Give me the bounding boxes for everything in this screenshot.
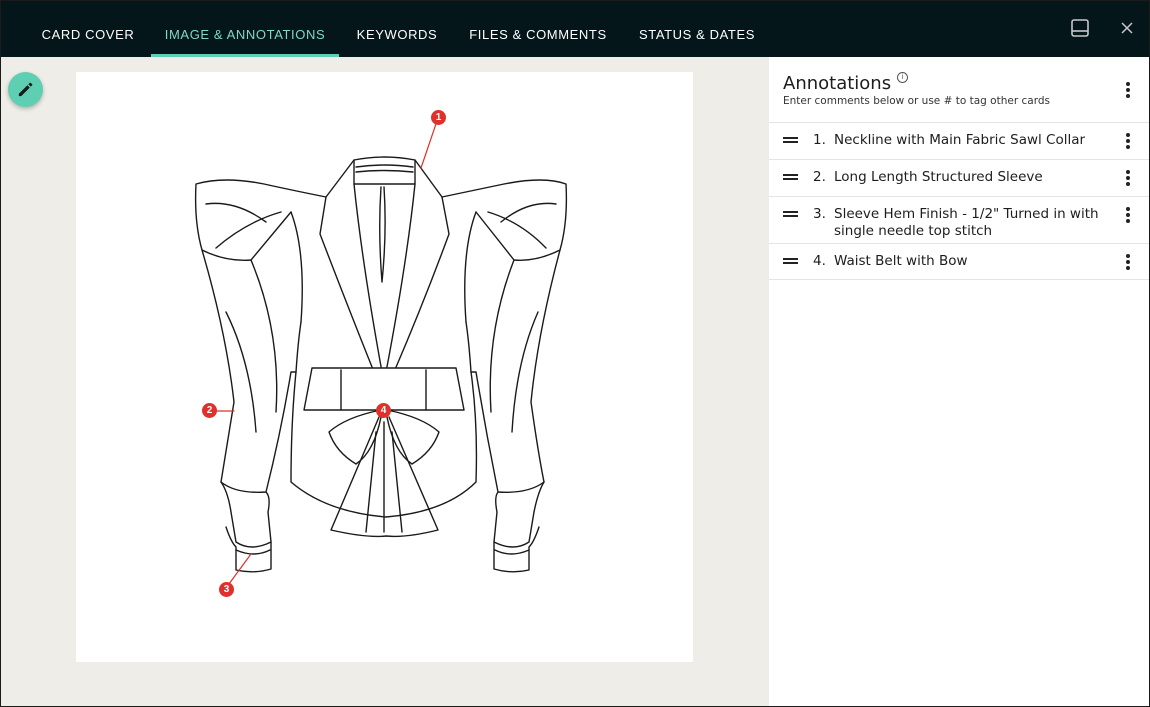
- garment-sketch-image[interactable]: 1 2 3 4: [76, 72, 693, 662]
- pencil-icon: [18, 82, 33, 97]
- drag-handle-icon[interactable]: [783, 137, 798, 143]
- drag-handle-icon[interactable]: [783, 211, 798, 217]
- annotation-marker-1[interactable]: 1: [431, 110, 446, 125]
- close-icon[interactable]: [1116, 17, 1138, 39]
- annotation-row-3[interactable]: 3. Sleeve Hem Finish - 1/2" Turned in wi…: [769, 196, 1149, 243]
- row-menu-kebab-icon[interactable]: [1120, 253, 1136, 271]
- tab-card-cover[interactable]: CARD COVER: [33, 1, 143, 57]
- annotation-marker-3[interactable]: 3: [219, 582, 234, 597]
- edit-button[interactable]: [8, 72, 43, 107]
- annotation-marker-4[interactable]: 4: [376, 403, 391, 418]
- annotation-text[interactable]: 4. Waist Belt with Bow: [813, 253, 1113, 270]
- annotation-marker-2[interactable]: 2: [202, 403, 217, 418]
- tab-status-dates[interactable]: STATUS & DATES: [633, 1, 761, 57]
- panel-menu-kebab-icon[interactable]: [1120, 81, 1136, 99]
- info-icon[interactable]: i: [897, 72, 908, 83]
- tab-keywords[interactable]: KEYWORDS: [351, 1, 443, 57]
- annotation-row-4[interactable]: 4. Waist Belt with Bow: [769, 243, 1149, 280]
- panel-layout-icon[interactable]: [1069, 17, 1091, 39]
- row-menu-kebab-icon[interactable]: [1120, 169, 1136, 187]
- jacket-flat-sketch: [194, 117, 568, 589]
- annotation-row-2[interactable]: 2. Long Length Structured Sleeve: [769, 159, 1149, 196]
- panel-title: Annotations: [783, 73, 892, 94]
- annotation-row-1[interactable]: 1. Neckline with Main Fabric Sawl Collar: [769, 122, 1149, 159]
- annotation-list: 1. Neckline with Main Fabric Sawl Collar…: [769, 122, 1149, 280]
- annotation-text[interactable]: 2. Long Length Structured Sleeve: [813, 169, 1113, 186]
- annotation-text[interactable]: 1. Neckline with Main Fabric Sawl Collar: [813, 132, 1113, 149]
- top-tab-bar: CARD COVER IMAGE & ANNOTATIONS KEYWORDS …: [1, 1, 1149, 57]
- row-menu-kebab-icon[interactable]: [1120, 132, 1136, 150]
- tab-files-comments[interactable]: FILES & COMMENTS: [463, 1, 613, 57]
- row-menu-kebab-icon[interactable]: [1120, 206, 1136, 224]
- drag-handle-icon[interactable]: [783, 174, 798, 180]
- annotation-text[interactable]: 3. Sleeve Hem Finish - 1/2" Turned in wi…: [813, 206, 1113, 240]
- tab-image-annotations[interactable]: IMAGE & ANNOTATIONS: [151, 1, 339, 57]
- annotations-panel: Annotations i Enter comments below or us…: [769, 57, 1149, 706]
- annotation-editor-window: CARD COVER IMAGE & ANNOTATIONS KEYWORDS …: [0, 0, 1150, 707]
- drag-handle-icon[interactable]: [783, 258, 798, 264]
- panel-subtitle: Enter comments below or use # to tag oth…: [783, 95, 1050, 107]
